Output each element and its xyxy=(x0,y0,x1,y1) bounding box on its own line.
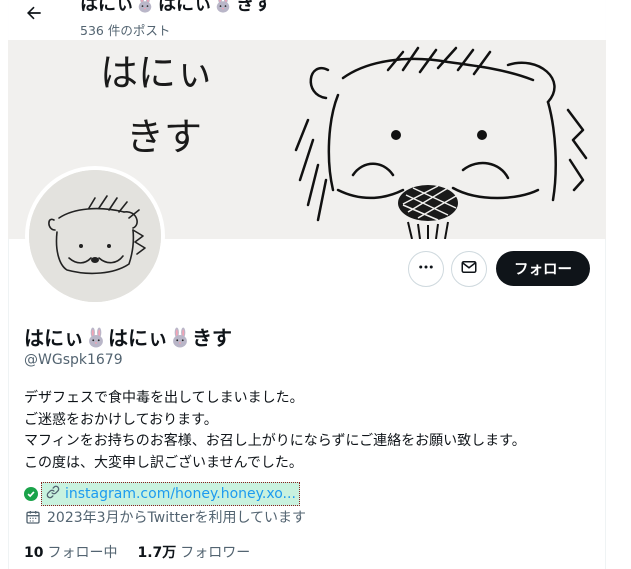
following-link[interactable]: 10 フォロー中 xyxy=(24,542,117,562)
display-name-part: きす xyxy=(192,326,232,350)
following-count: 10 xyxy=(24,545,44,561)
rabbit-emoji-icon xyxy=(169,327,191,349)
header-name-part: きす xyxy=(236,0,272,15)
banner-handwriting-1: はにぃ xyxy=(100,51,214,95)
message-button[interactable] xyxy=(451,251,487,287)
followers-link[interactable]: 1.7万 フォロワー xyxy=(137,542,250,562)
header-name-part: はにぃ xyxy=(158,0,212,15)
bio-line: ご迷惑をおかけしております。 xyxy=(24,411,218,428)
follow-button[interactable]: フォロー xyxy=(496,251,590,286)
profile-link-row: instagram.com/honey.honey.xo... xyxy=(24,482,300,506)
profile-link[interactable]: instagram.com/honey.honey.xo... xyxy=(41,482,300,506)
bio-line: デザフェスで食中毒を出してしまいました。 xyxy=(24,390,304,406)
followers-label: フォロワー xyxy=(180,545,251,561)
follow-stats: 10 フォロー中 1.7万 フォロワー xyxy=(24,542,270,562)
bio-line: マフィンをお持ちのお客様、お召し上がりにならずにご連絡をお願い致します。 xyxy=(24,433,526,449)
rabbit-emoji-icon xyxy=(135,0,157,16)
top-bar: はにぃ はにぃ きす 536 件のポスト xyxy=(0,0,631,40)
more-dots-icon xyxy=(417,258,435,280)
avatar[interactable] xyxy=(25,166,165,306)
display-name-part: はにぃ xyxy=(108,326,168,350)
check-circle-icon xyxy=(24,487,38,501)
user-handle: @WGspk1679 xyxy=(24,352,123,368)
arrow-left-icon xyxy=(24,3,44,27)
profile-bio: デザフェスで食中毒を出してしまいました。 ご迷惑をおかけしております。 マフィン… xyxy=(24,388,526,474)
header-name-part: はにぃ xyxy=(80,0,134,15)
back-button[interactable] xyxy=(20,4,48,26)
bio-line: この度は、大変申し訳ございませんでした。 xyxy=(24,454,303,471)
more-button[interactable] xyxy=(408,251,444,287)
rabbit-emoji-icon xyxy=(85,327,107,349)
joined-date: 2023年3月からTwitterを利用しています xyxy=(47,510,307,526)
profile-page: はにぃ はにぃ きす 536 件のポスト はにぃ きす フォロー はにぃ はにぃ… xyxy=(0,0,631,569)
display-name-part: はにぃ xyxy=(24,326,84,350)
display-name: はにぃ はにぃ きす xyxy=(24,322,232,351)
followers-count: 1.7万 xyxy=(137,545,177,561)
envelope-icon xyxy=(460,258,478,280)
post-count: 536 件のポスト xyxy=(80,23,171,38)
profile-link-text: instagram.com/honey.honey.xo... xyxy=(65,486,296,502)
following-label: フォロー中 xyxy=(47,545,118,561)
avatar-image xyxy=(29,170,161,302)
calendar-icon xyxy=(25,509,41,525)
joined-row: 2023年3月からTwitterを利用しています xyxy=(24,507,306,527)
banner-handwriting-2: きす xyxy=(126,115,202,159)
rabbit-emoji-icon xyxy=(213,0,235,16)
link-icon xyxy=(45,484,61,504)
header-display-name: はにぃ はにぃ きす xyxy=(80,0,272,16)
